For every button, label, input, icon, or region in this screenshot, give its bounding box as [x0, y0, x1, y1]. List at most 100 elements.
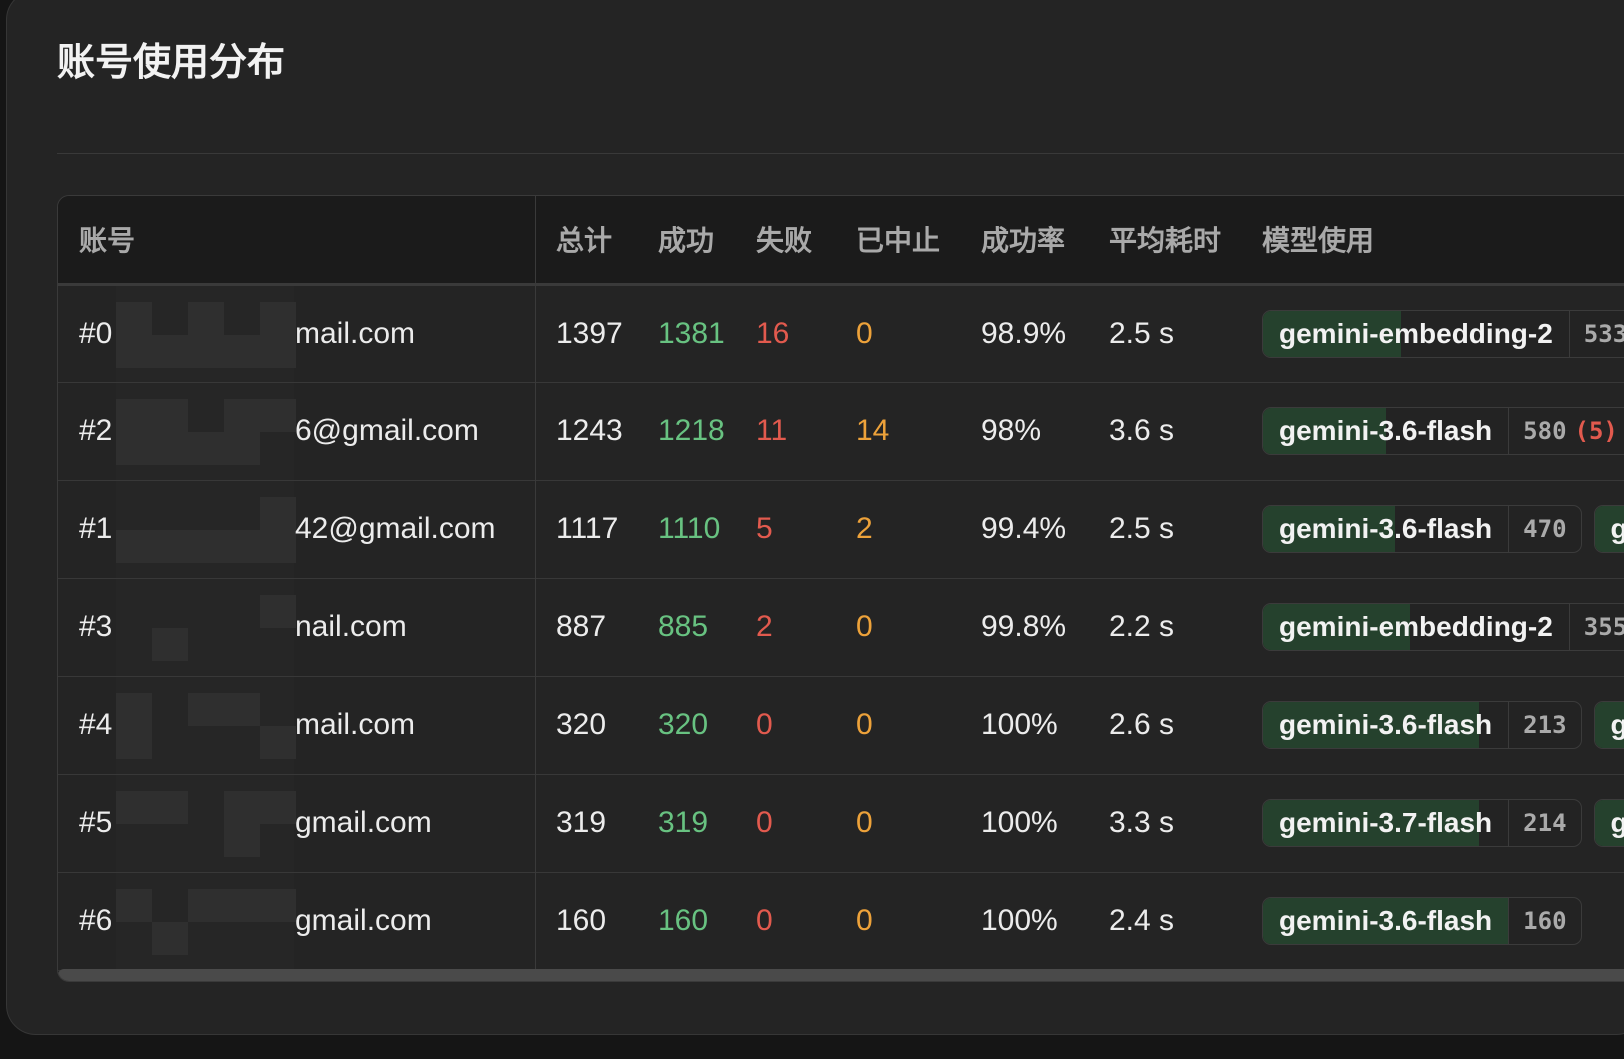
account-usage-table[interactable]: 账号 总计 成功 失败 已中止 成功率 平均耗时 模型使用 #0 mail.com…: [57, 195, 1624, 982]
total-count: 1397: [556, 316, 623, 350]
aborted-count: 0: [856, 316, 873, 350]
model-chip[interactable]: gen: [1593, 799, 1624, 847]
model-count: 213: [1509, 702, 1580, 748]
model-chip-name: gemini-embedding-2: [1263, 310, 1570, 357]
account-email: gmail.com: [295, 806, 432, 839]
table-row[interactable]: #3 nail.com 887 885 2 0 99.8% 2.2 s gemini-embed…: [58, 578, 1624, 676]
success-count: 1110: [658, 512, 721, 545]
fail-count: 0: [756, 904, 773, 937]
table-row[interactable]: #2 6@gmail.com 1243 1218 11 14 98% 3.6 s gemini-…: [58, 382, 1624, 480]
model-count-value: 214: [1523, 809, 1567, 837]
redaction-mask: [116, 676, 296, 774]
model-chip-list: gemini-3.6-flash 213 gen: [1262, 701, 1624, 749]
model-chip-list: gemini-3.6-flash 160: [1262, 897, 1624, 945]
total-count: 887: [556, 610, 607, 643]
model-count-value: 580: [1523, 417, 1567, 445]
avg-time: 2.5 s: [1109, 512, 1175, 545]
model-chip[interactable]: gen: [1593, 701, 1624, 749]
model-chip-name: gen: [1594, 702, 1624, 748]
model-chip[interactable]: gemini-3.6-flash 160: [1262, 897, 1582, 945]
model-chip[interactable]: gemini-3.6-flash 580 (5): [1262, 407, 1624, 455]
account-email: gmail.com: [295, 904, 432, 937]
account-email: 6@gmail.com: [295, 414, 479, 447]
model-chip-list: gemini-embedding-2 533: [1262, 309, 1624, 358]
model-name: gen: [1611, 513, 1624, 545]
model-chip-name: gemini-3.6-flash: [1263, 898, 1510, 944]
redaction-mask: [116, 774, 296, 872]
model-name: gen: [1611, 807, 1624, 839]
aborted-count: 0: [856, 806, 873, 839]
column-header-success-rate[interactable]: 成功率: [981, 196, 1109, 286]
avg-time: 2.4 s: [1109, 904, 1175, 937]
aborted-count: 2: [856, 512, 873, 545]
model-usage-cell: gemini-3.6-flash 213 gen: [1262, 676, 1624, 774]
account-cell: #5 gmail.com: [58, 774, 536, 872]
model-count: 160: [1509, 898, 1580, 944]
model-usage-cell: gemini-3.6-flash 160: [1262, 872, 1624, 970]
model-usage-cell: gemini-embedding-2 533: [1262, 284, 1624, 382]
model-chip[interactable]: gemini-3.6-flash 470: [1262, 505, 1582, 553]
model-chip-name: gemini-3.6-flash: [1263, 702, 1510, 748]
success-rate: 99.8%: [981, 610, 1067, 643]
aborted-count: 14: [856, 414, 890, 447]
model-usage-cell: gemini-3.6-flash 580 (5): [1262, 382, 1624, 480]
column-header-avg-time[interactable]: 平均耗时: [1109, 196, 1262, 286]
model-count-value: 533: [1583, 319, 1624, 348]
table-row[interactable]: #1 42@gmail.com 1117 1110 5 2 99.4% 2.5 s gemini…: [58, 480, 1624, 578]
account-email: mail.com: [295, 708, 416, 741]
success-count: 1218: [658, 414, 725, 447]
model-chip[interactable]: gen: [1593, 505, 1624, 553]
success-count: 320: [658, 708, 709, 741]
model-name: gemini-embedding-2: [1279, 317, 1553, 349]
model-usage-cell: gemini-3.7-flash 214 gen: [1262, 774, 1624, 872]
model-chip[interactable]: gemini-3.6-flash 213: [1262, 701, 1582, 749]
model-chip-list: gemini-3.6-flash 470 gen: [1262, 505, 1624, 553]
account-number: #4: [79, 708, 113, 741]
account-cell: #1 42@gmail.com: [58, 480, 536, 578]
model-chip-list: gemini-embedding-2 355: [1262, 603, 1624, 651]
table-row[interactable]: #4 mail.com 320 320 0 0 100% 2.6 s gemini-3.6-fl…: [58, 676, 1624, 774]
model-chip[interactable]: gemini-3.7-flash 214: [1262, 799, 1582, 847]
success-count: 885: [658, 610, 709, 643]
model-usage-cell: gemini-3.6-flash 470 gen: [1262, 480, 1624, 578]
horizontal-scrollbar[interactable]: [58, 969, 1624, 981]
account-email: nail.com: [295, 610, 407, 643]
model-chip-name: gemini-3.7-flash: [1263, 800, 1510, 846]
column-header-aborted[interactable]: 已中止: [856, 196, 981, 286]
redaction-mask: [116, 872, 296, 970]
total-count: 320: [556, 708, 607, 741]
success-rate: 100%: [981, 904, 1058, 937]
success-count: 1381: [658, 316, 725, 350]
column-header-model-usage[interactable]: 模型使用: [1262, 196, 1624, 286]
model-chip-name: gemini-3.6-flash: [1263, 408, 1510, 454]
account-number: #3: [79, 610, 113, 643]
model-count: 214: [1509, 800, 1580, 846]
model-count-value: 470: [1523, 515, 1567, 543]
column-header-fail[interactable]: 失败: [756, 196, 856, 286]
column-header-account[interactable]: 账号: [58, 196, 536, 286]
redaction-mask: [116, 578, 296, 676]
column-header-total[interactable]: 总计: [535, 196, 658, 286]
fail-count: 0: [756, 708, 773, 741]
model-chip[interactable]: gemini-embedding-2 355: [1262, 603, 1624, 651]
account-cell: #3 nail.com: [58, 578, 536, 676]
table-header-row: 账号 总计 成功 失败 已中止 成功率 平均耗时 模型使用: [58, 196, 1624, 286]
title-divider: [57, 153, 1624, 154]
table-row[interactable]: #5 gmail.com 319 319 0 0 100% 3.3 s gemini-3.7-f…: [58, 774, 1624, 872]
avg-time: 3.6 s: [1109, 414, 1175, 447]
model-count: 355: [1570, 604, 1624, 650]
model-count: 580 (5): [1509, 408, 1624, 454]
table-row[interactable]: #0 mail.com 1397 1381 16 0 98.9% 2.5 s gemini-em…: [58, 284, 1624, 382]
aborted-count: 0: [856, 904, 873, 937]
success-count: 319: [658, 806, 709, 839]
account-cell: #0 mail.com: [58, 284, 536, 382]
model-name: gemini-3.6-flash: [1279, 415, 1493, 446]
redaction-mask: [116, 480, 296, 578]
model-chip[interactable]: gemini-embedding-2 533: [1262, 309, 1624, 358]
fail-count: 2: [756, 610, 773, 643]
model-count-value: 213: [1523, 711, 1567, 739]
table-row[interactable]: #6 gmail.com 160 160 0 0 100% 2.4 s gemini-3.6-f…: [58, 872, 1624, 970]
account-email: mail.com: [295, 316, 416, 350]
redaction-mask: [116, 382, 296, 480]
column-header-success[interactable]: 成功: [658, 196, 756, 286]
